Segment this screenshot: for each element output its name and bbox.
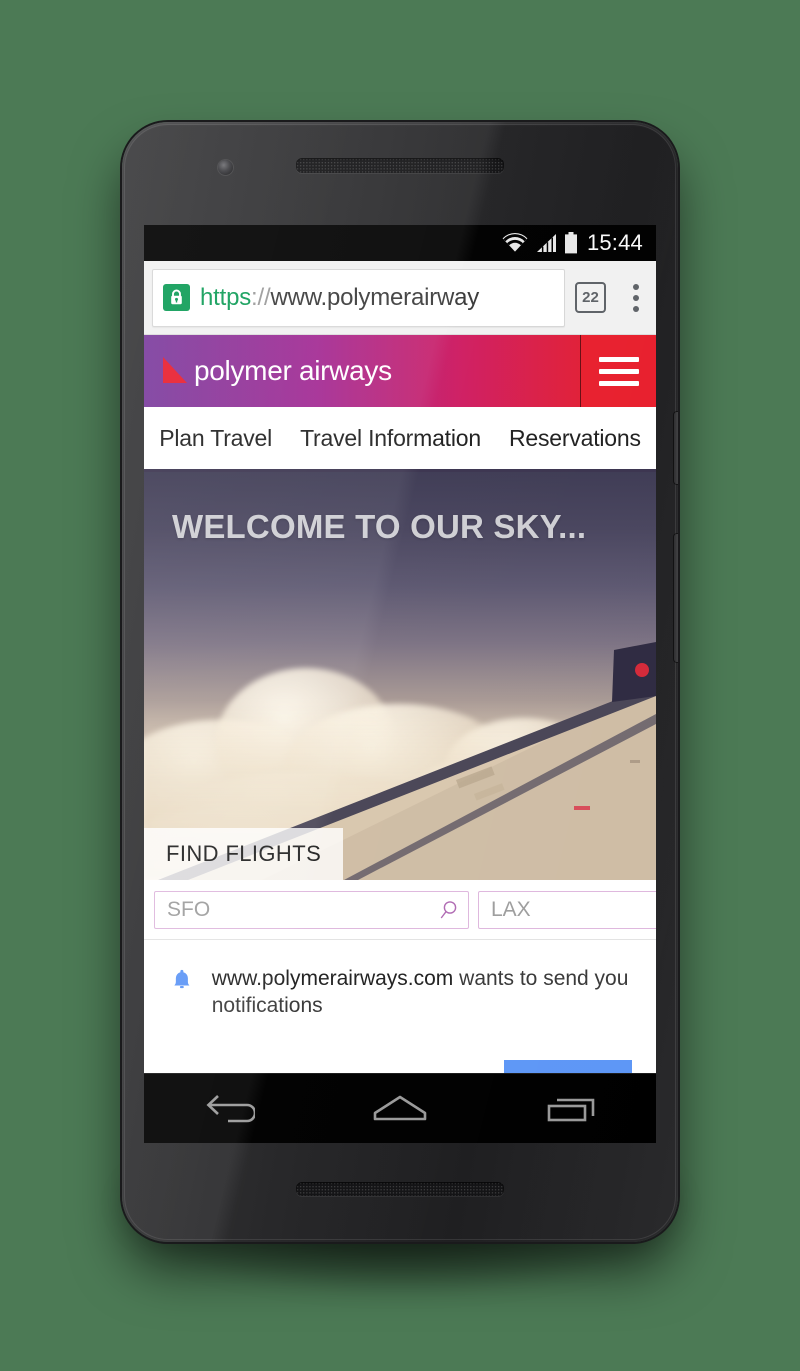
tab-count-button[interactable]: 22	[575, 282, 606, 313]
site-header: polymer airways	[144, 335, 656, 407]
triangle-flag-logo	[163, 357, 187, 383]
magnifier-icon	[440, 900, 457, 918]
power-button[interactable]	[674, 412, 678, 484]
lock-icon[interactable]	[163, 284, 190, 311]
android-nav-bar	[144, 1073, 656, 1143]
origin-field-wrapper[interactable]	[154, 890, 469, 929]
back-icon	[206, 1094, 256, 1122]
hamburger-icon[interactable]	[580, 335, 656, 407]
cellular-signal-icon	[535, 233, 557, 253]
origin-input[interactable]	[167, 897, 438, 922]
hero-banner: WELCOME TO OUR SKY... FIND FLIGHTS	[144, 472, 656, 880]
url-separator: ://	[251, 283, 271, 311]
phone-device: 15:44 https://www.polymerairway 22 polym…	[122, 122, 678, 1242]
flight-search-row	[144, 880, 656, 940]
destination-field-wrapper[interactable]	[478, 890, 656, 929]
omnibox[interactable]: https://www.polymerairway	[152, 268, 565, 327]
find-flights-label: FIND FLIGHTS	[166, 841, 322, 866]
hero-title: WELCOME TO OUR SKY...	[172, 508, 587, 545]
bell-icon	[174, 969, 190, 989]
url-host: www.polymerairway	[270, 283, 480, 311]
destination-input[interactable]	[491, 897, 656, 922]
url-scheme: https	[200, 283, 252, 311]
wifi-icon	[502, 233, 528, 253]
back-button[interactable]	[186, 1082, 272, 1136]
recents-icon	[547, 1098, 594, 1121]
volume-rocker-button[interactable]	[674, 534, 678, 662]
kebab-menu-icon[interactable]	[618, 276, 654, 320]
nav-item-travel-information[interactable]: Travel Information	[300, 425, 481, 452]
earpiece-speaker	[296, 158, 504, 173]
battery-icon	[564, 232, 578, 254]
android-status-bar: 15:44	[144, 225, 656, 261]
nav-item-reservations[interactable]: Reservations	[509, 425, 641, 452]
phone-screen: 15:44 https://www.polymerairway 22 polym…	[144, 225, 656, 1143]
front-camera	[218, 160, 233, 175]
browser-toolbar: https://www.polymerairway 22	[144, 261, 656, 335]
brand-block[interactable]: polymer airways	[144, 335, 580, 407]
home-icon	[373, 1095, 427, 1120]
permission-message-row: www.polymerairways.com wants to send you…	[164, 964, 634, 1020]
status-bar-clock: 15:44	[586, 230, 643, 255]
brand-name: polymer airways	[194, 355, 392, 386]
bottom-speaker	[296, 1182, 504, 1196]
permission-message: www.polymerairways.com wants to send you…	[212, 964, 634, 1020]
url-text[interactable]: https://www.polymerairway	[200, 284, 479, 312]
home-button[interactable]	[357, 1082, 443, 1136]
site-nav: Plan Travel Travel Information Reservati…	[144, 407, 656, 472]
recents-button[interactable]	[528, 1082, 614, 1136]
nav-item-plan-travel[interactable]: Plan Travel	[159, 425, 272, 452]
find-flights-tab[interactable]: FIND FLIGHTS	[144, 828, 344, 880]
permission-origin: www.polymerairways.com	[211, 967, 454, 990]
